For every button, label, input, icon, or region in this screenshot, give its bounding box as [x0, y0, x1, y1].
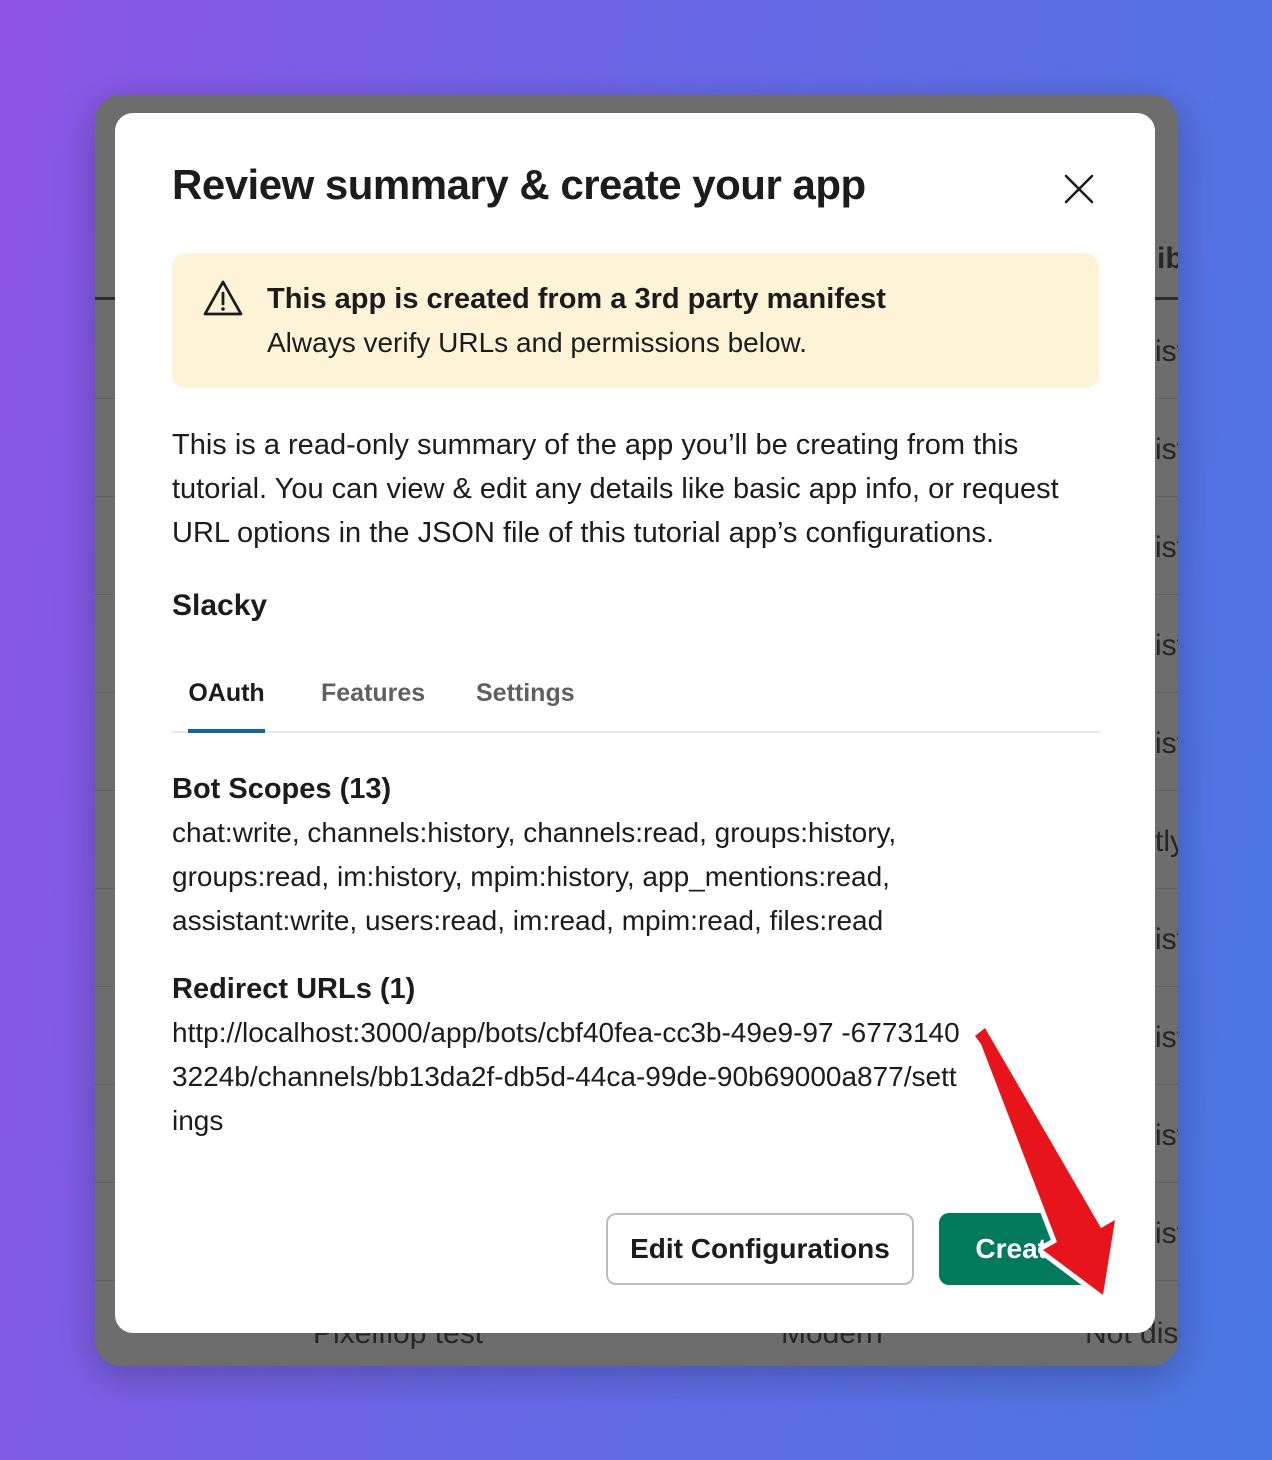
background-cell: ist	[1155, 531, 1178, 564]
warning-icon	[202, 279, 244, 317]
tab-settings[interactable]: Settings	[476, 679, 575, 733]
red-arrow-annotation	[945, 1023, 1145, 1318]
bot-scopes-list: chat:write, channels:history, channels:r…	[172, 817, 897, 936]
bot-scopes-title: Bot Scopes (13)	[172, 773, 392, 805]
background-cell: ist	[1155, 1119, 1178, 1152]
background-cell: ib	[1157, 242, 1178, 275]
background-cell: ist	[1155, 923, 1178, 956]
arrow-icon	[970, 1023, 1120, 1300]
background-cell: ist	[1155, 1021, 1178, 1054]
background-cell: ist	[1155, 629, 1178, 662]
background-cell: ist	[1155, 335, 1178, 368]
edit-configurations-button[interactable]: Edit Configurations	[606, 1213, 914, 1285]
warning-banner: This app is created from a 3rd party man…	[172, 253, 1099, 388]
background-cell: ist	[1155, 433, 1178, 466]
warning-subtitle: Always verify URLs and permissions below…	[267, 327, 807, 358]
warning-title: This app is created from a 3rd party man…	[267, 283, 886, 315]
review-summary-modal: Review summary & create your app This ap…	[115, 113, 1155, 1333]
tab-oauth[interactable]: OAuth	[188, 679, 265, 733]
app-name: Slacky	[172, 589, 268, 622]
tab-bar: OAuth Features Settings	[172, 679, 1100, 733]
redirect-url-value: http://localhost:3000/app/bots/cbf40fea-…	[172, 1017, 960, 1136]
background-cell: tly	[1155, 825, 1178, 858]
summary-text: This is a read-only summary of the app y…	[172, 429, 1059, 549]
tab-features[interactable]: Features	[321, 679, 425, 733]
background-cell: ist	[1155, 727, 1178, 760]
close-button[interactable]	[1059, 169, 1099, 209]
close-icon	[1064, 174, 1094, 204]
background-cell: ist	[1155, 1217, 1178, 1250]
modal-title: Review summary & create your app	[172, 161, 866, 208]
redirect-urls-title: Redirect URLs (1)	[172, 973, 416, 1005]
